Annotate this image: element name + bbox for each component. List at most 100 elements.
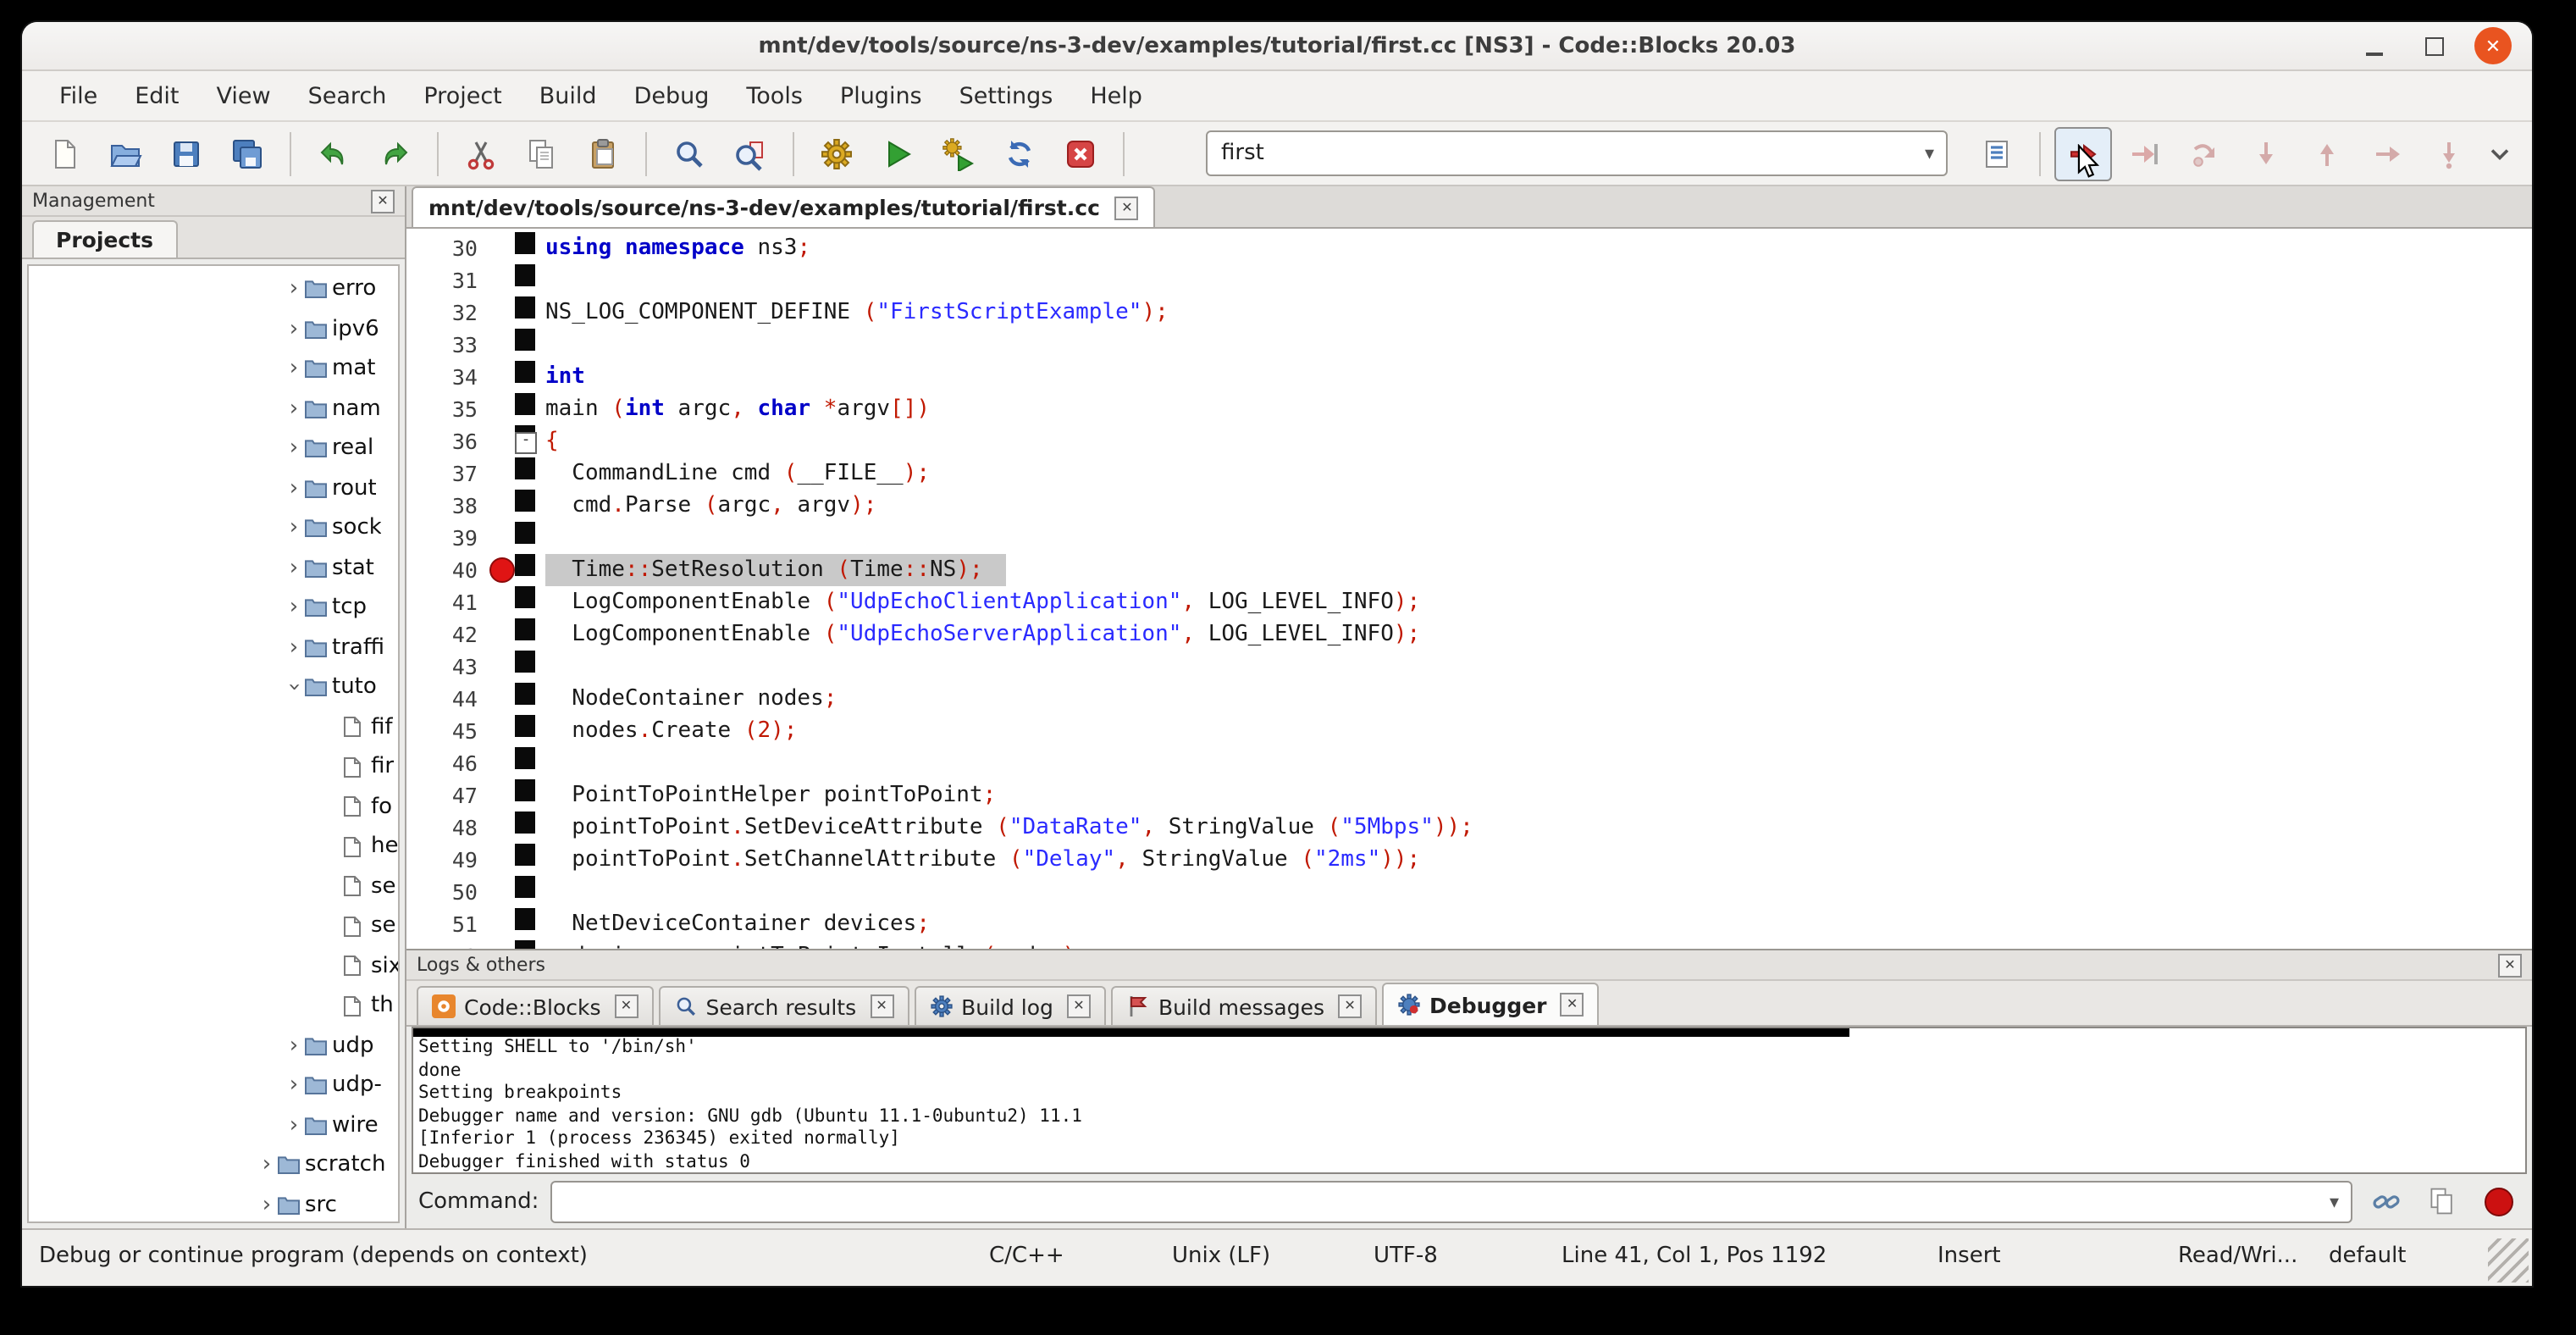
chevron-down-icon[interactable]: ▾ xyxy=(1913,142,1946,164)
chevron-down-icon[interactable]: › xyxy=(283,677,305,699)
chevron-right-icon[interactable]: › xyxy=(283,1075,305,1097)
tree-item-erro[interactable]: ›erro xyxy=(29,269,398,309)
breakpoint-margin[interactable] xyxy=(488,812,515,844)
open-file-button[interactable] xyxy=(97,126,154,180)
fold-collapse-icon[interactable]: - xyxy=(515,432,537,454)
tree-item-udp[interactable]: ›udp xyxy=(29,1026,398,1066)
close-log-tab-button[interactable]: ✕ xyxy=(870,994,893,1018)
step-into-instruction-button[interactable] xyxy=(2420,126,2478,180)
code-text[interactable] xyxy=(535,651,2532,683)
menu-item-file[interactable]: File xyxy=(42,75,114,116)
save-button[interactable] xyxy=(158,126,215,180)
breakpoint-margin[interactable] xyxy=(488,425,515,457)
breakpoint-margin[interactable] xyxy=(488,940,515,949)
log-tab-debugger[interactable]: Debugger✕ xyxy=(1382,983,1600,1025)
code-text[interactable]: nodes.Create (2); xyxy=(535,715,2532,747)
copy-log-button[interactable] xyxy=(2420,1181,2464,1221)
stop-debugger-button[interactable] xyxy=(2476,1181,2520,1221)
code-text[interactable]: devices = pointToPoint.Install (nodes); xyxy=(535,940,2532,949)
find-in-files-button[interactable] xyxy=(721,126,779,180)
code-text[interactable]: LogComponentEnable ("UdpEchoClientApplic… xyxy=(535,586,2532,618)
breakpoint-margin[interactable] xyxy=(488,329,515,361)
abort-build-button[interactable] xyxy=(1052,126,1109,180)
chevron-right-icon[interactable]: › xyxy=(283,1115,305,1137)
menu-item-help[interactable]: Help xyxy=(1073,75,1159,116)
tree-item-se[interactable]: se xyxy=(29,867,398,906)
chevron-right-icon[interactable]: › xyxy=(283,1035,305,1057)
editor-tab-first-cc[interactable]: mnt/dev/tools/source/ns-3-dev/examples/t… xyxy=(412,186,1156,227)
breakpoint-margin[interactable] xyxy=(488,715,515,747)
tree-item-tcp[interactable]: ›tcp xyxy=(29,588,398,628)
chevron-right-icon[interactable]: › xyxy=(283,557,305,579)
code-text[interactable]: pointToPoint.SetChannelAttribute ("Delay… xyxy=(535,844,2532,876)
find-button[interactable] xyxy=(661,126,718,180)
link-button[interactable] xyxy=(2364,1181,2408,1221)
code-text[interactable] xyxy=(535,522,2532,554)
code-text[interactable] xyxy=(535,747,2532,779)
tree-item-fif[interactable]: fif xyxy=(29,707,398,747)
close-logs-button[interactable]: ✕ xyxy=(2498,953,2522,977)
code-text[interactable]: LogComponentEnable ("UdpEchoServerApplic… xyxy=(535,618,2532,651)
code-text[interactable]: PointToPointHelper pointToPoint; xyxy=(535,779,2532,812)
save-all-button[interactable] xyxy=(218,126,276,180)
breakpoint-margin[interactable] xyxy=(488,296,515,329)
next-instruction-button[interactable] xyxy=(2359,126,2417,180)
step-into-button[interactable] xyxy=(2237,126,2295,180)
close-log-tab-button[interactable]: ✕ xyxy=(1067,994,1091,1018)
breakpoint-margin[interactable] xyxy=(488,361,515,393)
code-text[interactable]: { xyxy=(535,425,2532,457)
tree-item-th[interactable]: th xyxy=(29,986,398,1026)
run-to-cursor-button[interactable] xyxy=(2115,126,2173,180)
breakpoint-margin[interactable] xyxy=(488,457,515,490)
chevron-right-icon[interactable]: › xyxy=(283,518,305,540)
code-text[interactable]: pointToPoint.SetDeviceAttribute ("DataRa… xyxy=(535,812,2532,844)
build-target-combo[interactable]: first ▾ xyxy=(1206,130,1948,176)
log-tab-code-blocks[interactable]: Code::Blocks✕ xyxy=(417,986,654,1025)
code-text[interactable]: NS_LOG_COMPONENT_DEFINE ("FirstScriptExa… xyxy=(535,296,2532,329)
chevron-right-icon[interactable]: › xyxy=(283,398,305,420)
close-editor-tab-button[interactable]: ✕ xyxy=(1115,196,1139,219)
code-text[interactable]: using namespace ns3; xyxy=(535,232,2532,264)
breakpoint-margin[interactable] xyxy=(488,908,515,940)
tree-item-se[interactable]: se xyxy=(29,906,398,946)
tab-projects[interactable]: Projects xyxy=(32,220,177,258)
debug-continue-button[interactable] xyxy=(2054,126,2112,180)
log-tab-build-log[interactable]: Build log✕ xyxy=(914,986,1106,1025)
breakpoint-margin[interactable] xyxy=(488,747,515,779)
breakpoint-margin[interactable] xyxy=(488,779,515,812)
code-text[interactable]: NodeContainer nodes; xyxy=(535,683,2532,715)
run-button[interactable] xyxy=(869,126,926,180)
close-log-tab-button[interactable]: ✕ xyxy=(1338,994,1362,1018)
breakpoint-margin[interactable] xyxy=(488,651,515,683)
tree-item-scratch[interactable]: ›scratch xyxy=(29,1145,398,1185)
rebuild-button[interactable] xyxy=(991,126,1048,180)
log-tab-build-messages[interactable]: Build messages✕ xyxy=(1111,986,1377,1025)
menu-item-search[interactable]: Search xyxy=(291,75,404,116)
chevron-right-icon[interactable]: › xyxy=(283,637,305,659)
menu-item-edit[interactable]: Edit xyxy=(118,75,196,116)
chevron-right-icon[interactable]: › xyxy=(283,478,305,500)
build-button[interactable] xyxy=(808,126,865,180)
breakpoint-marker[interactable] xyxy=(489,557,515,583)
redo-button[interactable] xyxy=(366,126,423,180)
tree-item-he[interactable]: he xyxy=(29,827,398,867)
tree-item-src[interactable]: ›src xyxy=(29,1185,398,1223)
tree-item-mat[interactable]: ›mat xyxy=(29,349,398,389)
chevron-right-icon[interactable]: › xyxy=(283,358,305,380)
undo-button[interactable] xyxy=(305,126,362,180)
tree-item-six[interactable]: six xyxy=(29,946,398,986)
step-out-button[interactable] xyxy=(2298,126,2356,180)
code-text[interactable]: main (int argc, char *argv[]) xyxy=(535,393,2532,425)
tree-item-traffi[interactable]: ›traffi xyxy=(29,628,398,668)
tree-item-tuto[interactable]: ›tuto xyxy=(29,668,398,707)
code-text[interactable]: NetDeviceContainer devices; xyxy=(535,908,2532,940)
close-log-tab-button[interactable]: ✕ xyxy=(615,994,638,1018)
chevron-right-icon[interactable]: › xyxy=(256,1194,278,1216)
tree-item-real[interactable]: ›real xyxy=(29,429,398,468)
next-line-button[interactable] xyxy=(2176,126,2234,180)
breakpoint-margin[interactable] xyxy=(488,264,515,296)
breakpoint-margin[interactable] xyxy=(488,490,515,522)
code-text[interactable] xyxy=(535,264,2532,296)
breakpoint-margin[interactable] xyxy=(488,618,515,651)
tree-item-wire[interactable]: ›wire xyxy=(29,1105,398,1145)
